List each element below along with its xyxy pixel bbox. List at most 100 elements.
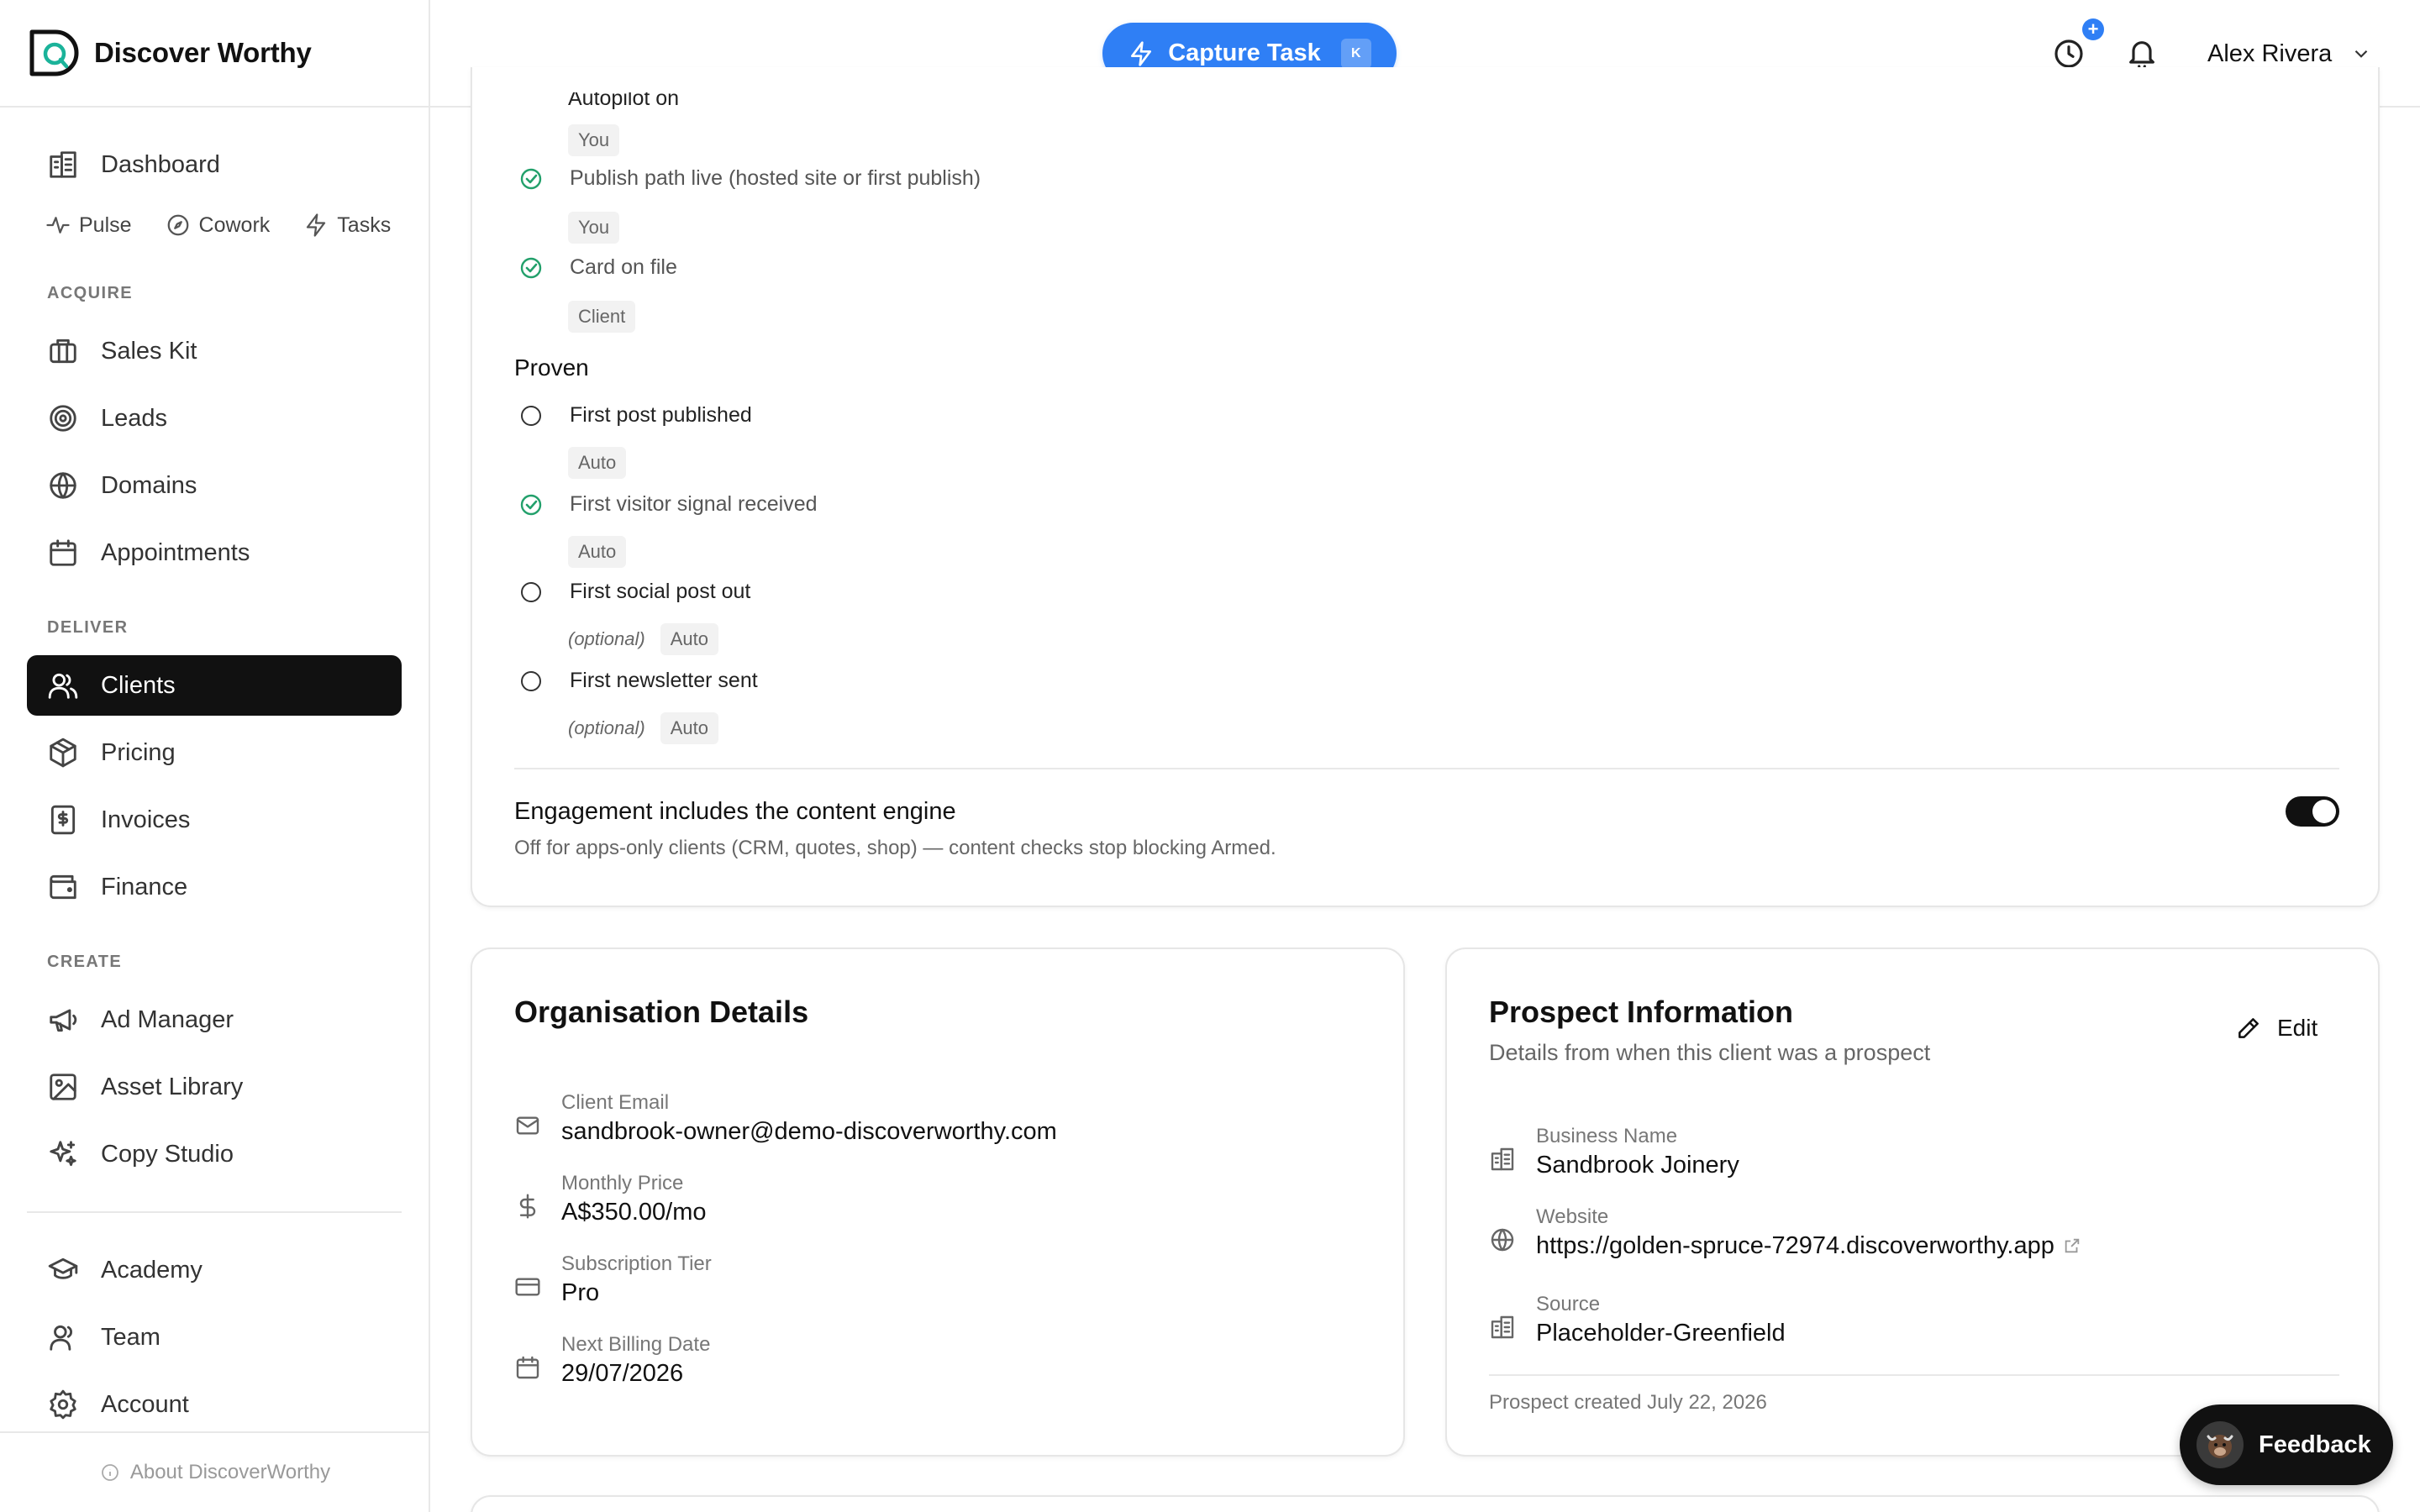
clipped-check-label: Autopilot on [568,92,680,109]
sidebar-item-label: Leads [101,404,168,432]
owner-tag: Auto [568,536,627,568]
megaphone-icon [47,1004,79,1036]
field-value: sandbrook-owner@demo-discoverworthy.com [561,1118,1057,1145]
content-engine-toggle[interactable] [2286,796,2339,827]
briefcase-icon [47,335,79,367]
next-card [471,1495,2380,1512]
sidebar-item-leads[interactable]: Leads [27,388,402,449]
notifications-button[interactable] [2125,37,2159,71]
quick-link-label: Cowork [198,213,271,237]
sidebar-item-label: Sales Kit [101,337,197,365]
field-client-email: Client Email sandbrook-owner@demo-discov… [514,1090,1057,1147]
avatar [2196,1421,2244,1468]
sparkles-icon [47,1138,79,1170]
section-label-acquire: ACQUIRE [47,284,134,302]
brand-name: Discover Worthy [94,37,312,68]
field-value: Pro [561,1279,600,1306]
check-item[interactable]: Card on file [519,255,677,280]
wallet-icon [47,871,79,903]
quick-link-pulse[interactable]: Pulse [45,213,132,238]
owner-tag-row: You [568,212,620,244]
check-item[interactable]: First visitor signal received [519,492,818,517]
field-monthly-price: Monthly Price A$350.00/mo [514,1171,707,1228]
sidebar-item-copy-studio[interactable]: Copy Studio [27,1124,402,1184]
sidebar-item-account[interactable]: Account [27,1374,402,1435]
check-item[interactable]: First post published [519,403,752,428]
chevron-down-icon [2355,50,2368,58]
quick-link-tasks[interactable]: Tasks [303,213,391,238]
owner-tag-row: You [568,124,620,156]
check-label: First post published [570,403,752,427]
dashboard-icon [47,149,79,181]
edit-prospect-button[interactable]: Edit [2235,1015,2317,1042]
check-circle-icon [519,256,543,280]
sidebar-item-domains[interactable]: Domains [27,455,402,516]
field-label: Client Email [561,1091,670,1114]
check-circle-icon [519,167,543,191]
about-link[interactable]: About DiscoverWorthy [0,1431,430,1512]
calendar-icon [514,1354,543,1383]
field-value[interactable]: https://golden-spruce-72974.discoverwort… [1536,1230,2054,1262]
quick-link-label: Tasks [337,213,392,237]
sidebar-item-academy[interactable]: Academy [27,1240,402,1300]
check-label: First newsletter sent [570,669,758,692]
check-item[interactable]: Publish path live (hosted site or first … [519,166,981,191]
sidebar-item-sales-kit[interactable]: Sales Kit [27,321,402,381]
feedback-button[interactable]: Feedback [2180,1404,2393,1485]
sidebar-item-label: Team [101,1323,160,1351]
pulse-icon [46,217,70,234]
brand[interactable]: Discover Worthy [0,0,429,108]
sidebar-item-label: Invoices [101,806,191,833]
field-value: 29/07/2026 [561,1360,684,1387]
sidebar-item-dashboard[interactable]: Dashboard [27,134,402,195]
readiness-checklist-card: Autopilot on You Publish path live (host… [471,67,2380,907]
empty-circle-icon [519,580,543,604]
section-divider [514,768,2339,769]
organisation-details-card: Organisation Details Client Email sandbr… [471,948,1405,1457]
credit-card-icon [514,1273,543,1302]
sidebar-item-invoices[interactable]: Invoices [27,790,402,850]
sidebar-item-pricing[interactable]: Pricing [27,722,402,783]
owner-tag-row: (optional) Auto [568,712,718,744]
engine-title: Engagement includes the content engine [514,798,956,825]
sidebar-item-label: Academy [101,1256,203,1284]
sidebar-item-ad-manager[interactable]: Ad Manager [27,990,402,1050]
prospect-created-note: Prospect created July 22, 2026 [1489,1391,1767,1414]
website-link[interactable]: https://golden-spruce-72974.discoverwort… [1536,1230,2081,1262]
sidebar-item-clients[interactable]: Clients [27,655,402,716]
sidebar-item-label: Pricing [101,738,176,766]
sidebar-item-label: Asset Library [101,1073,244,1100]
field-value: Placeholder-Greenfield [1536,1320,1786,1347]
field-label: Monthly Price [561,1172,684,1194]
sidebar-item-finance[interactable]: Finance [27,857,402,917]
owner-tag: Auto [660,623,718,655]
package-icon [47,737,79,769]
field-value: Sandbrook Joinery [1536,1152,1739,1179]
sidebar-item-team[interactable]: Team [27,1307,402,1368]
owner-tag: Auto [660,712,718,744]
quick-link-cowork[interactable]: Cowork [166,213,271,238]
graduation-cap-icon [47,1254,79,1286]
sidebar-item-label: Appointments [101,538,250,566]
shortcut-badge: K [1340,38,1371,69]
sidebar-item-appointments[interactable]: Appointments [27,522,402,583]
feedback-label: Feedback [2259,1431,2371,1458]
owner-tag-row: Auto [568,447,627,479]
field-source: Source Placeholder-Greenfield [1489,1292,1786,1349]
gear-icon [47,1389,79,1420]
edit-label: Edit [2277,1015,2318,1041]
info-icon [101,1464,118,1481]
card-subtitle: Details from when this client was a pros… [1489,1040,1931,1065]
quick-link-label: Pulse [79,213,132,237]
history-button[interactable] [2052,37,2086,71]
owner-tag-row: (optional) Auto [568,623,718,655]
sidebar-item-asset-library[interactable]: Asset Library [27,1057,402,1117]
empty-circle-icon [519,404,543,428]
dollar-icon [514,1193,543,1221]
card-title: Organisation Details [514,995,809,1029]
bolt-icon [307,213,326,237]
field-subscription-tier: Subscription Tier Pro [514,1252,712,1309]
check-item[interactable]: First social post out [519,580,750,604]
check-label: First visitor signal received [570,492,818,516]
check-item[interactable]: First newsletter sent [519,669,758,693]
